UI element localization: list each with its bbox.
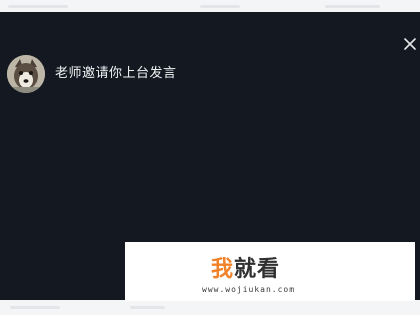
watermark-url: www.wojiukan.com bbox=[202, 285, 296, 294]
page-background-top bbox=[0, 0, 420, 12]
invite-message: 老师邀请你上台发言 bbox=[55, 66, 177, 81]
page-background-line bbox=[10, 306, 60, 309]
teacher-avatar bbox=[7, 55, 45, 93]
page-background-line bbox=[8, 5, 68, 8]
close-icon bbox=[404, 38, 416, 50]
page-background-line bbox=[200, 5, 240, 8]
watermark-logo: 我就看 bbox=[211, 256, 280, 284]
watermark: 我就看 www.wojiukan.com bbox=[125, 242, 415, 301]
page-background-bottom bbox=[0, 300, 420, 315]
dog-avatar-icon bbox=[7, 55, 45, 93]
close-button[interactable] bbox=[402, 36, 418, 52]
page-background-line bbox=[130, 306, 165, 309]
watermark-logo-text: 就看 bbox=[234, 257, 281, 282]
watermark-logo-accent: 我 bbox=[211, 257, 235, 282]
page-background-line bbox=[325, 5, 380, 8]
